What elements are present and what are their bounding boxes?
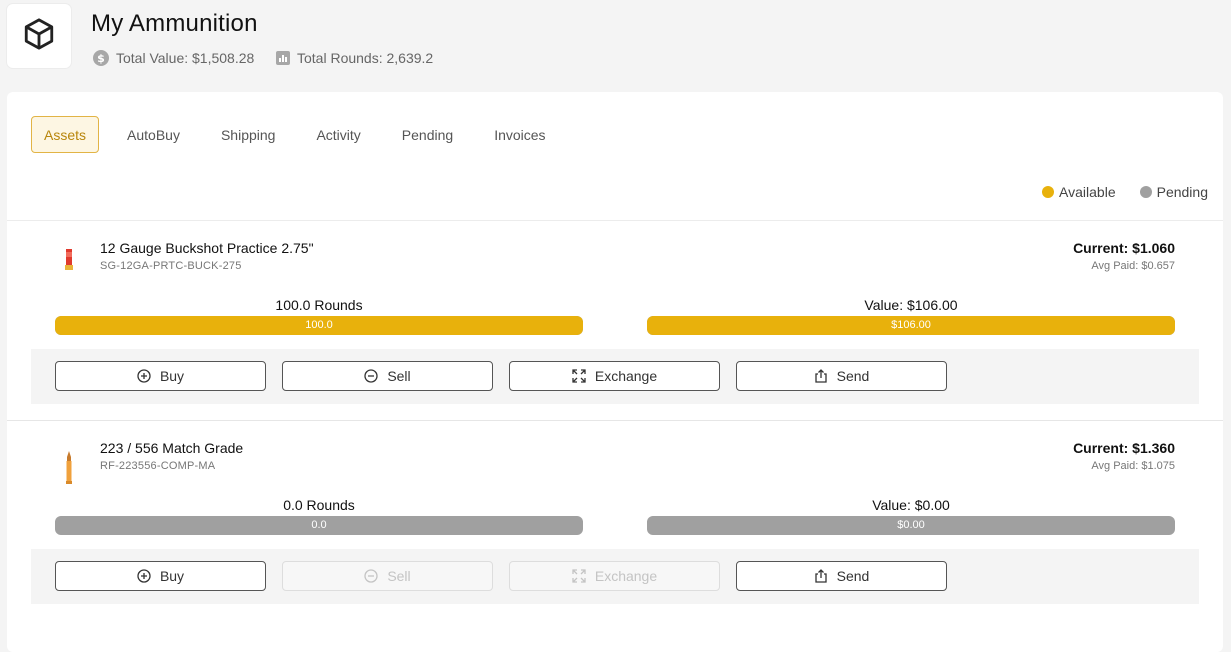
rounds-block: 0.0 Rounds 0.0 [55, 496, 583, 535]
share-upload-icon [814, 569, 828, 583]
sell-label: Sell [387, 568, 411, 584]
value-bar: $106.00 [647, 316, 1175, 335]
exchange-label: Exchange [594, 368, 658, 384]
pending-dot-icon [1139, 186, 1152, 198]
asset-avg-paid: Avg Paid: $1.075 [1091, 460, 1175, 472]
available-dot-icon [1042, 186, 1055, 198]
page-title: My Ammunition [91, 10, 258, 37]
asset-avg-paid: Avg Paid: $0.657 [1091, 260, 1175, 272]
minus-circle-icon [364, 569, 378, 583]
buy-label: Buy [159, 568, 185, 584]
exchange-label: Exchange [594, 568, 658, 584]
value-bar-label: $0.00 [897, 519, 925, 531]
total-rounds-text: Total Rounds: 2,639.2 [297, 50, 434, 66]
bar-chart-icon [276, 51, 290, 65]
minus-circle-icon [364, 369, 378, 383]
logo-box [7, 4, 71, 68]
asset-name: 12 Gauge Buckshot Practice 2.75" [100, 240, 314, 256]
value-block: Value: $0.00 $0.00 [647, 496, 1175, 535]
tab-pending[interactable]: Pending [389, 116, 466, 153]
total-rounds-stat: Total Rounds: 2,639.2 [276, 50, 433, 66]
rounds-bar-label: 0.0 [311, 519, 327, 531]
value-bar: $0.00 [647, 516, 1175, 535]
rounds-block: 100.0 Rounds 100.0 [55, 296, 583, 335]
send-label: Send [836, 568, 870, 584]
legend-available-label: Available [1059, 184, 1116, 200]
asset-name: 223 / 556 Match Grade [100, 440, 244, 456]
assets-card: Assets AutoBuy Shipping Activity Pending… [7, 92, 1223, 652]
legend: Available Pending [1018, 184, 1208, 200]
rounds-bar-label: 100.0 [305, 319, 333, 331]
total-value-text: Total Value: $1,508.28 [116, 50, 255, 66]
tab-assets[interactable]: Assets [31, 116, 100, 153]
asset-current-price: Current: $1.060 [1073, 240, 1175, 256]
sell-button[interactable]: Sell [282, 361, 493, 391]
tab-invoices[interactable]: Invoices [481, 116, 558, 153]
asset-actions: Buy Sell Exchange Send [31, 349, 1199, 404]
plus-circle-icon [137, 569, 151, 583]
expand-arrows-icon [572, 369, 586, 383]
tab-bar: Assets AutoBuy Shipping Activity Pending… [31, 116, 574, 153]
send-label: Send [836, 368, 870, 384]
asset-sku: RF-223556-COMP-MA [100, 460, 216, 472]
rounds-bar: 100.0 [55, 316, 583, 335]
buy-label: Buy [159, 368, 185, 384]
value-block: Value: $106.00 $106.00 [647, 296, 1175, 335]
asset-actions: Buy Sell Exchange Send [31, 549, 1199, 604]
tab-shipping[interactable]: Shipping [208, 116, 289, 153]
asset-row: 12 Gauge Buckshot Practice 2.75" SG-12GA… [7, 220, 1223, 421]
sell-button[interactable]: Sell [282, 561, 493, 591]
rounds-title: 100.0 Rounds [275, 297, 363, 313]
exchange-button[interactable]: Exchange [509, 361, 720, 391]
asset-row: 223 / 556 Match Grade RF-223556-COMP-MA … [7, 420, 1223, 631]
buy-button[interactable]: Buy [55, 361, 266, 391]
legend-available: Available [1042, 184, 1116, 200]
sell-label: Sell [387, 368, 411, 384]
rounds-bar: 0.0 [55, 516, 583, 535]
send-button[interactable]: Send [736, 361, 947, 391]
value-title: Value: $0.00 [872, 497, 950, 513]
dollar-circle-icon: $ [93, 50, 109, 66]
value-bar-label: $106.00 [891, 319, 931, 331]
tab-activity[interactable]: Activity [303, 116, 373, 153]
asset-current-price: Current: $1.360 [1073, 440, 1175, 456]
shotgun-shell-icon [55, 243, 83, 283]
expand-arrows-icon [572, 569, 586, 583]
page-header: My Ammunition $ Total Value: $1,508.28 T… [0, 0, 1231, 92]
legend-pending-label: Pending [1156, 184, 1208, 200]
value-title: Value: $106.00 [864, 297, 958, 313]
buy-button[interactable]: Buy [55, 561, 266, 591]
exchange-button[interactable]: Exchange [509, 561, 720, 591]
legend-pending: Pending [1139, 184, 1208, 200]
share-upload-icon [814, 369, 828, 383]
total-value-stat: $ Total Value: $1,508.28 [93, 50, 254, 66]
send-button[interactable]: Send [736, 561, 947, 591]
rounds-title: 0.0 Rounds [283, 497, 355, 513]
plus-circle-icon [137, 369, 151, 383]
tab-autobuy[interactable]: AutoBuy [114, 116, 193, 153]
svg-text:$: $ [97, 52, 105, 65]
rifle-cartridge-icon [55, 443, 83, 484]
asset-sku: SG-12GA-PRTC-BUCK-275 [100, 260, 242, 272]
cube-icon [22, 17, 56, 56]
